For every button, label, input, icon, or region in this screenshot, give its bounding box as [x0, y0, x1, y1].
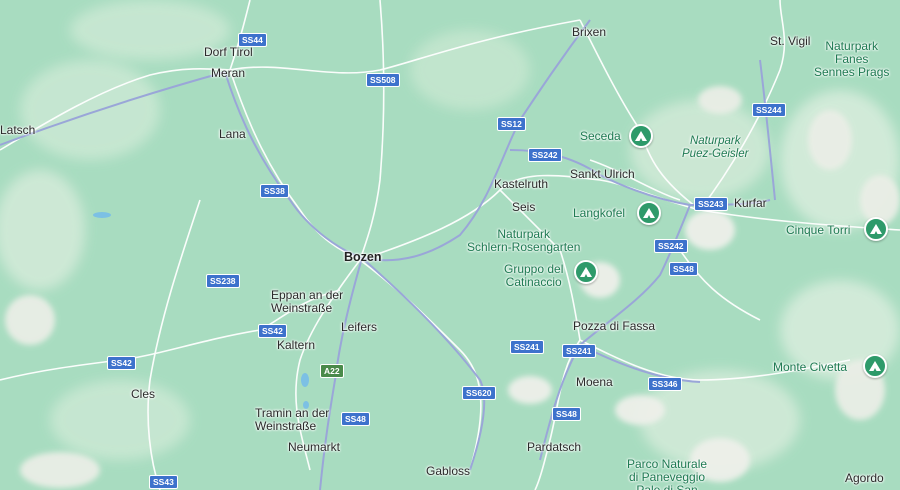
place-label-kaltern[interactable]: Kaltern — [277, 339, 315, 352]
route-shield: SS42 — [258, 324, 287, 338]
route-shield: SS243 — [694, 197, 728, 211]
mountain-peak-icon[interactable] — [863, 354, 887, 378]
park-label-schlern-rosengarten[interactable]: Naturpark Schlern-Rosengarten — [467, 228, 580, 254]
route-shield: SS244 — [752, 103, 786, 117]
place-label-bozen[interactable]: Bozen — [344, 251, 382, 264]
route-shield: SS43 — [149, 475, 178, 489]
place-label-pozza-di-fassa[interactable]: Pozza di Fassa — [573, 320, 655, 333]
map-canvas[interactable]: SS44 SS508 SS12 SS242 SS244 SS38 SS243 S… — [0, 0, 900, 490]
mountain-peak-icon[interactable] — [629, 124, 653, 148]
park-label-paneveggio[interactable]: Parco Naturale di Paneveggio Pale di San — [627, 458, 707, 490]
route-shield: SS620 — [462, 386, 496, 400]
poi-label-cinque-torri[interactable]: Cinque Torri — [786, 224, 850, 237]
mountain-peak-icon[interactable] — [637, 201, 661, 225]
poi-label-monte-civetta[interactable]: Monte Civetta — [773, 361, 847, 374]
place-label-sankt-ulrich[interactable]: Sankt Ulrich — [570, 168, 635, 181]
park-label-fanes-sennes-prags[interactable]: Naturpark Fanes Sennes Prags — [814, 40, 889, 79]
place-label-neumarkt[interactable]: Neumarkt — [288, 441, 340, 454]
route-shield: SS48 — [669, 262, 698, 276]
route-shield: SS242 — [528, 148, 562, 162]
place-label-pardatsch[interactable]: Pardatsch — [527, 441, 581, 454]
place-label-latsch[interactable]: Latsch — [0, 124, 35, 137]
route-shield: SS242 — [654, 239, 688, 253]
place-label-meran[interactable]: Meran — [211, 67, 245, 80]
route-shield: SS238 — [206, 274, 240, 288]
place-label-brixen[interactable]: Brixen — [572, 26, 606, 39]
place-label-cles[interactable]: Cles — [131, 388, 155, 401]
poi-label-seceda[interactable]: Seceda — [580, 130, 621, 143]
park-label-puez-geisler[interactable]: Naturpark Puez-Geisler — [682, 135, 748, 161]
terrain-layer — [0, 0, 900, 490]
route-shield: SS346 — [648, 377, 682, 391]
route-shield: SS508 — [366, 73, 400, 87]
poi-label-langkofel[interactable]: Langkofel — [573, 207, 625, 220]
route-shield: SS241 — [510, 340, 544, 354]
place-label-kurfar[interactable]: Kurfar — [734, 197, 767, 210]
mountain-peak-icon[interactable] — [864, 217, 888, 241]
place-label-st-vigil[interactable]: St. Vigil — [770, 35, 810, 48]
place-label-kastelruth[interactable]: Kastelruth — [494, 178, 548, 191]
place-label-seis[interactable]: Seis — [512, 201, 535, 214]
route-shield: SS48 — [341, 412, 370, 426]
route-shield: SS42 — [107, 356, 136, 370]
place-label-moena[interactable]: Moena — [576, 376, 613, 389]
place-label-lana[interactable]: Lana — [219, 128, 246, 141]
place-label-agordo[interactable]: Agordo — [845, 472, 884, 485]
poi-label-catinaccio[interactable]: Gruppo del Catinaccio — [504, 263, 563, 289]
route-shield: SS241 — [562, 344, 596, 358]
mountain-peak-icon[interactable] — [574, 260, 598, 284]
place-label-leifers[interactable]: Leifers — [341, 321, 377, 334]
place-label-dorf-tirol[interactable]: Dorf Tirol — [204, 46, 253, 59]
route-shield: SS48 — [552, 407, 581, 421]
place-label-tramin[interactable]: Tramin an der Weinstraße — [255, 407, 329, 433]
place-label-eppan[interactable]: Eppan an der Weinstraße — [271, 289, 343, 315]
route-shield: SS38 — [260, 184, 289, 198]
place-label-gabloss[interactable]: Gabloss — [426, 465, 470, 478]
motorway-shield: A22 — [320, 364, 344, 378]
route-shield: SS12 — [497, 117, 526, 131]
